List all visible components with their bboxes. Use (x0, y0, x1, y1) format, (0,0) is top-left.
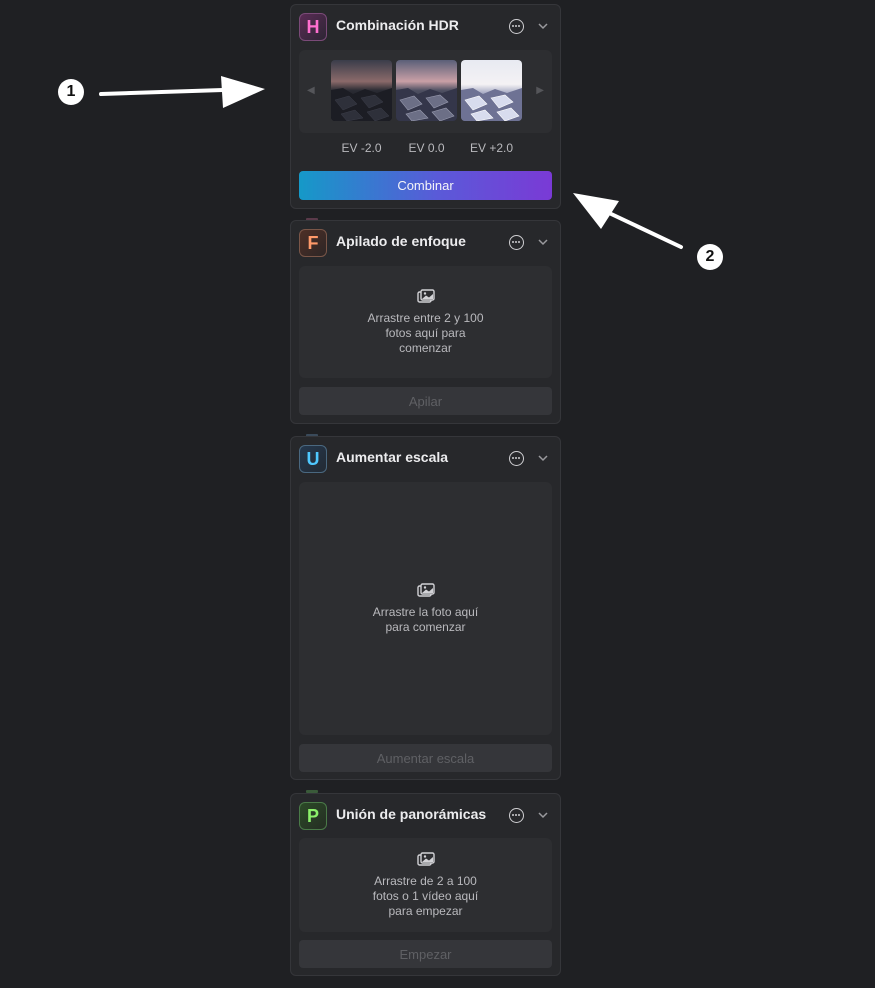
photo-icon (416, 851, 435, 866)
hdr-app-icon: H (299, 13, 327, 41)
chevron-down-icon[interactable] (536, 451, 550, 465)
hdr-thumbnail-bright[interactable] (461, 60, 522, 121)
more-icon[interactable] (509, 451, 524, 466)
hdr-panel-title: Combinación HDR (336, 17, 459, 33)
panorama-panel-title: Unión de panorámicas (336, 806, 487, 822)
callout-badge-1: 1 (58, 79, 84, 105)
focus-stack-drop-text: Arrastre entre 2 y 100 fotos aquí para c… (367, 310, 484, 355)
hdr-thumbnail-dark[interactable] (331, 60, 392, 121)
focus-stack-dropzone[interactable]: Arrastre entre 2 y 100 fotos aquí para c… (299, 266, 552, 378)
stack-button[interactable]: Apilar (299, 387, 552, 415)
upscale-dropzone[interactable]: Arrastre la foto aquí para comenzar (299, 482, 552, 735)
upscale-panel-title: Aumentar escala (336, 449, 449, 465)
hdr-thumbnails: ◀ ▶ (299, 50, 552, 133)
ev-label-0: EV 0.0 (408, 141, 445, 155)
ev-label-minus-2: EV -2.0 (341, 141, 382, 155)
callout-arrow-2 (573, 193, 683, 249)
focus-stack-panel-title: Apilado de enfoque (336, 233, 466, 249)
panorama-app-icon: P (299, 802, 327, 830)
chevron-down-icon[interactable] (536, 808, 550, 822)
hdr-panel-header[interactable]: H Combinación HDR (291, 5, 560, 45)
chevron-down-icon[interactable] (536, 235, 550, 249)
callout-arrow-1 (99, 76, 265, 108)
upscale-panel: U Aumentar escala Arrastre la foto aquí … (290, 436, 561, 780)
more-icon[interactable] (509, 235, 524, 250)
arrow-left-icon[interactable]: ◀ (307, 85, 315, 96)
hdr-panel: H Combinación HDR ◀ ▶ EV -2.0 EV 0.0 EV … (290, 4, 561, 209)
upscale-panel-header[interactable]: U Aumentar escala (291, 437, 560, 477)
panorama-panel-header[interactable]: P Unión de panorámicas (291, 794, 560, 834)
upscale-button[interactable]: Aumentar escala (299, 744, 552, 772)
focus-stack-panel-header[interactable]: F Apilado de enfoque (291, 221, 560, 261)
photo-icon (416, 288, 435, 303)
ev-label-plus-2: EV +2.0 (469, 141, 514, 155)
photo-icon (416, 582, 435, 597)
panorama-dropzone[interactable]: Arrastre de 2 a 100 fotos o 1 vídeo aquí… (299, 838, 552, 932)
hdr-thumbnail-normal[interactable] (396, 60, 457, 121)
chevron-down-icon[interactable] (536, 19, 550, 33)
combine-button[interactable]: Combinar (299, 171, 552, 200)
upscale-app-icon: U (299, 445, 327, 473)
panorama-panel: P Unión de panorámicas Arrastre de 2 a 1… (290, 793, 561, 976)
panorama-drop-text: Arrastre de 2 a 100 fotos o 1 vídeo aquí… (372, 873, 479, 918)
start-button[interactable]: Empezar (299, 940, 552, 968)
callout-badge-2: 2 (697, 244, 723, 270)
more-icon[interactable] (509, 808, 524, 823)
more-icon[interactable] (509, 19, 524, 34)
arrow-right-icon[interactable]: ▶ (536, 85, 544, 96)
focus-stack-app-icon: F (299, 229, 327, 257)
focus-stack-panel: F Apilado de enfoque Arrastre entre 2 y … (290, 220, 561, 424)
upscale-drop-text: Arrastre la foto aquí para comenzar (372, 604, 479, 634)
